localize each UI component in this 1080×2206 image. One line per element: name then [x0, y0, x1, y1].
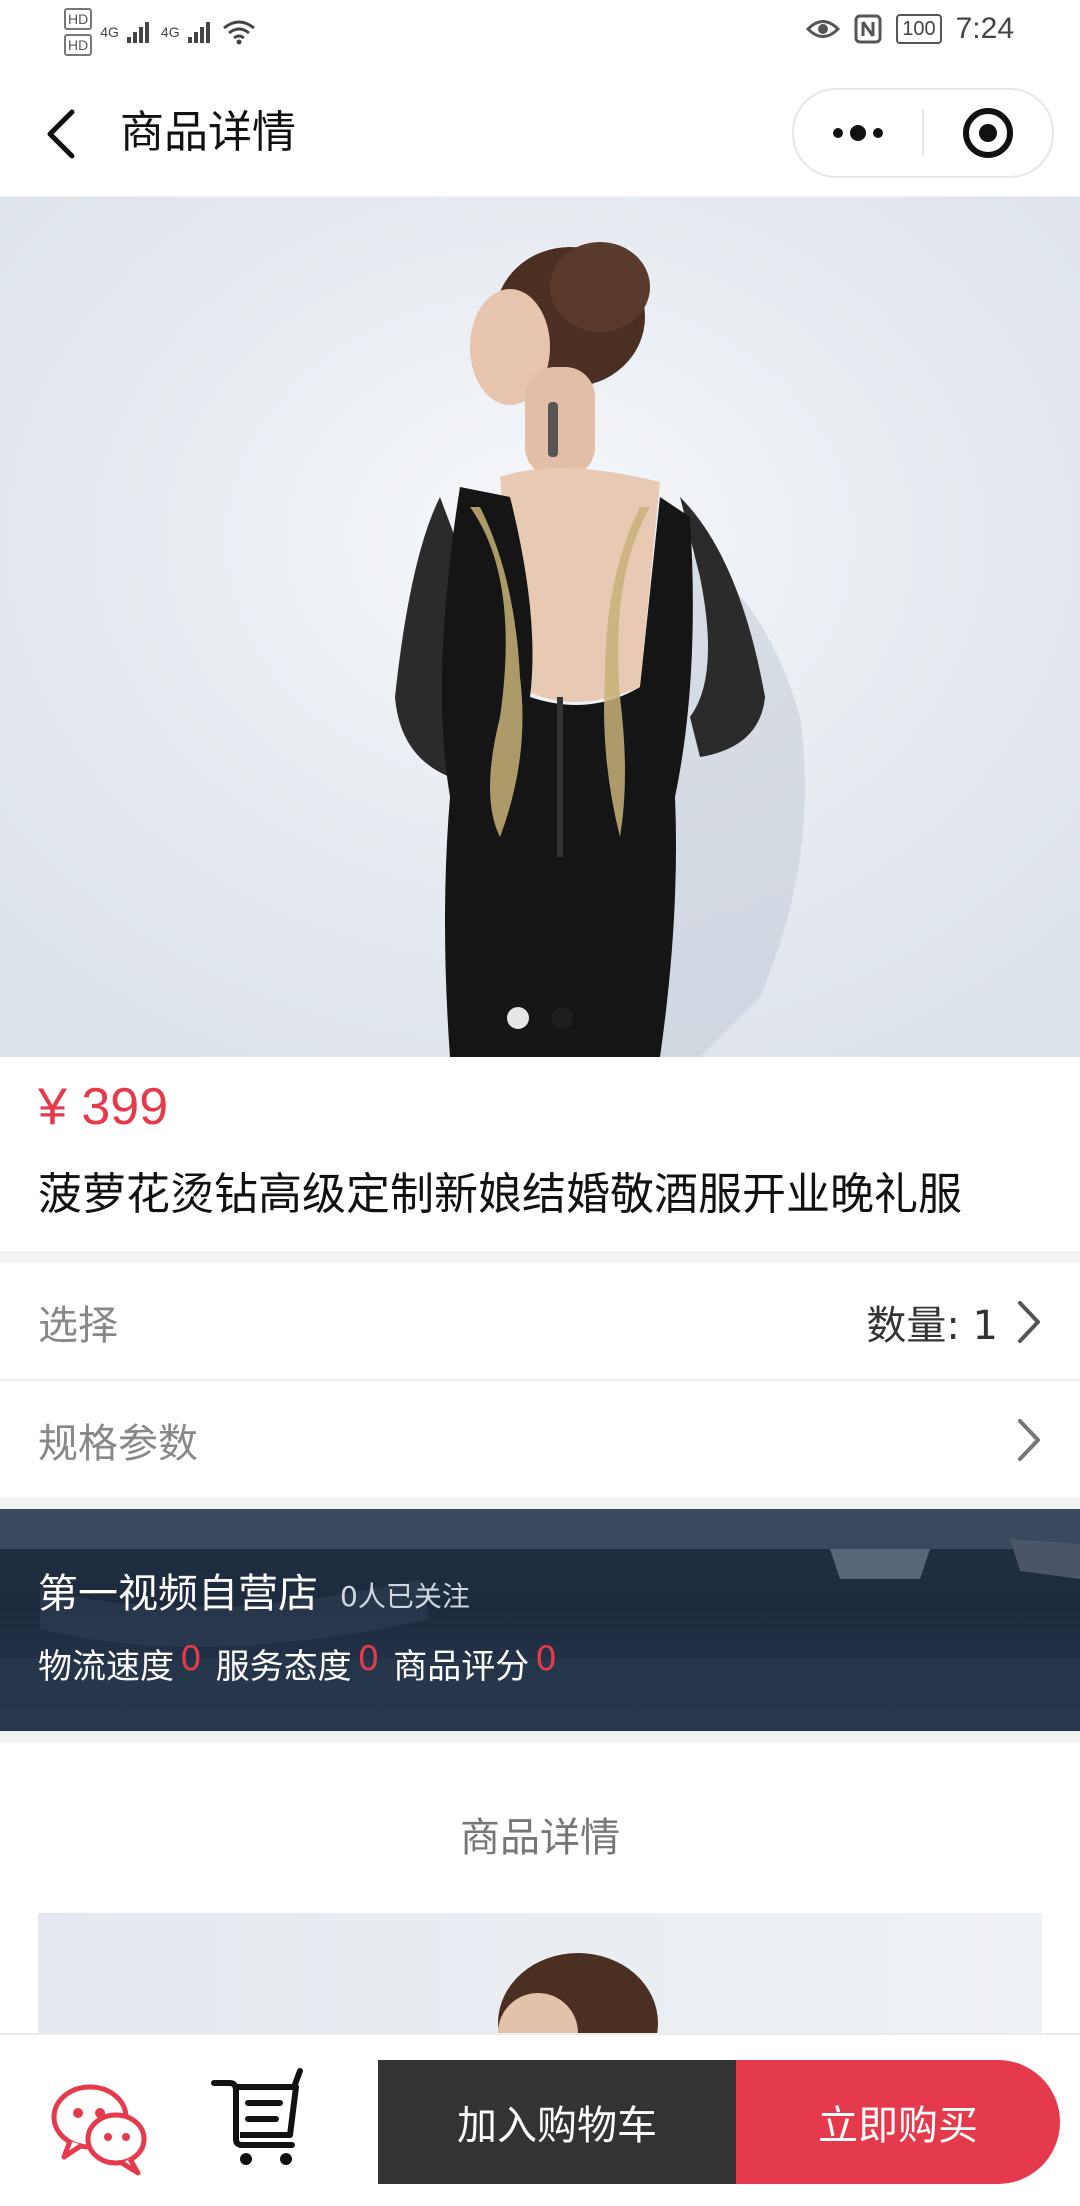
detail-image — [38, 1913, 1042, 2033]
quantity-label: 数量: 1 — [866, 1303, 998, 1349]
select-options-row[interactable]: 选择 数量: 1 — [0, 1263, 1080, 1381]
detail-section-header: 商品详情 — [0, 1743, 1080, 1913]
wifi-icon — [222, 20, 255, 45]
carousel-dot[interactable] — [551, 1007, 573, 1029]
product-image-carousel[interactable] — [0, 197, 1080, 1057]
metric-value: 0 — [180, 1639, 202, 1679]
nfc-icon — [854, 14, 882, 44]
product-photo — [0, 197, 1080, 1057]
status-right: 100 7:24 — [806, 12, 1014, 46]
close-target-icon[interactable] — [924, 90, 1052, 176]
network-type-label: 4G — [160, 24, 180, 40]
store-metrics: 物流速度 0 服务态度 0 商品评分 0 — [38, 1639, 565, 1688]
product-info: ¥ 399 菠萝花烫钻高级定制新娘结婚敬酒服开业晚礼服 — [0, 1057, 1080, 1251]
mini-program-capsule — [792, 88, 1054, 178]
carousel-indicators — [0, 1007, 1080, 1029]
status-left: HD HD 4G 4G — [64, 8, 256, 56]
eye-icon — [806, 20, 841, 38]
status-bar: HD HD 4G 4G 100 7:24 — [0, 0, 1080, 66]
spec-label: 规格参数 — [38, 1421, 198, 1467]
signal-icon — [126, 22, 149, 43]
battery-level: 100 — [896, 14, 942, 44]
store-banner[interactable]: 第一视频自营店 0人已关注 物流速度 0 服务态度 0 商品评分 0 — [0, 1509, 1080, 1731]
signal-icon — [187, 22, 210, 43]
metric-label: 服务态度 — [215, 1647, 352, 1687]
product-price: ¥ 399 — [38, 1078, 169, 1136]
chevron-right-icon — [1018, 1301, 1040, 1343]
clock: 7:24 — [955, 12, 1014, 45]
section-divider — [0, 1497, 1080, 1509]
hd-badge: HD — [64, 8, 93, 30]
section-divider — [0, 1251, 1080, 1263]
section-divider — [0, 1731, 1080, 1743]
metric-label: 物流速度 — [38, 1647, 174, 1687]
customer-service-chat-icon[interactable] — [50, 2077, 150, 2177]
detail-heading: 商品详情 — [460, 1815, 620, 1861]
more-icon[interactable] — [794, 90, 922, 176]
metric-value: 0 — [357, 1639, 380, 1679]
shopping-cart-icon[interactable] — [210, 2065, 310, 2169]
carousel-dot-active[interactable] — [507, 1007, 529, 1029]
store-followers: 0人已关注 — [340, 1580, 470, 1613]
network-type-label: 4G — [100, 24, 119, 40]
store-banner-background — [0, 1509, 1080, 1731]
store-name: 第一视频自营店 — [38, 1571, 318, 1617]
detail-photo — [498, 1953, 658, 2033]
buy-now-button[interactable]: 立即购买 — [736, 2060, 1060, 2184]
product-title: 菠萝花烫钻高级定制新娘结婚敬酒服开业晚礼服 — [38, 1169, 962, 1220]
spec-params-row[interactable]: 规格参数 — [0, 1381, 1080, 1497]
add-to-cart-button[interactable]: 加入购物车 — [378, 2060, 736, 2184]
nav-bar: 商品详情 — [0, 66, 1080, 198]
page-title: 商品详情 — [120, 107, 296, 158]
back-arrow-icon[interactable] — [38, 104, 88, 164]
bottom-action-bar: 加入购物车 立即购买 — [0, 2033, 1080, 2206]
metric-value: 0 — [535, 1639, 557, 1679]
hd-badge: HD — [64, 34, 93, 56]
chevron-right-icon — [1018, 1419, 1040, 1461]
metric-label: 商品评分 — [393, 1647, 530, 1687]
select-label: 选择 — [38, 1303, 118, 1349]
